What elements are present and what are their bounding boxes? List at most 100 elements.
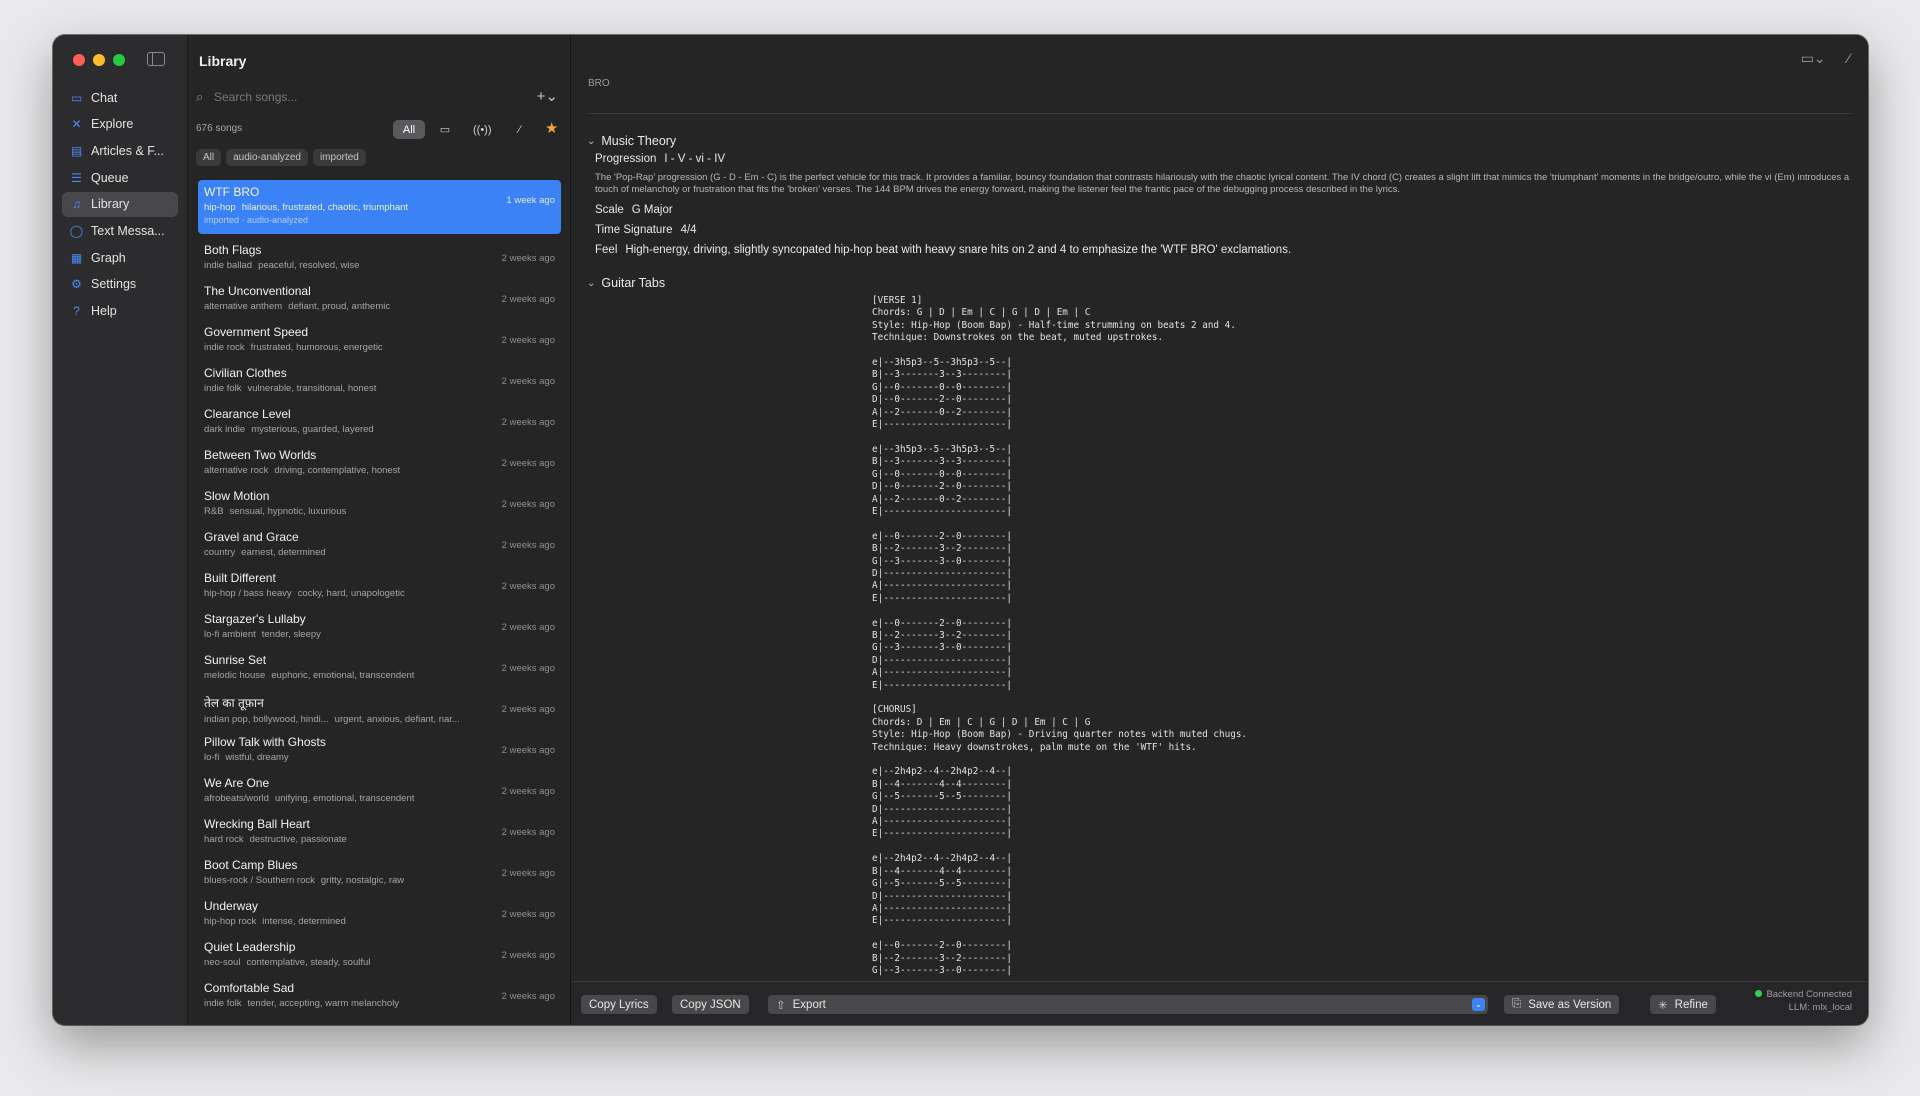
sidebar-item-articles-f[interactable]: ▤ Articles & F... bbox=[62, 138, 178, 163]
song-timestamp: 2 weeks ago bbox=[501, 950, 555, 961]
sidebar-item-help[interactable]: ? Help bbox=[62, 299, 178, 324]
time-signature-row: Time Signature 4/4 bbox=[595, 224, 697, 236]
refine-button[interactable]: ✳ Refine bbox=[1650, 995, 1716, 1014]
display-menu-icon[interactable]: ▭⌄ bbox=[1801, 50, 1826, 67]
song-row[interactable]: Boot Camp Blues blues-rock / Southern roc… bbox=[198, 853, 561, 894]
filter-edit-icon[interactable]: ⁄ bbox=[504, 120, 536, 139]
minimize-button[interactable] bbox=[93, 54, 105, 66]
copy-lyrics-button[interactable]: Copy Lyrics bbox=[581, 995, 657, 1014]
song-meta: afrobeats/world unifying, emotional, tran… bbox=[204, 793, 486, 804]
song-row[interactable]: Comfortable Sad indie folk tender, accepti… bbox=[198, 976, 561, 1017]
song-timestamp: 2 weeks ago bbox=[501, 909, 555, 920]
bottom-action-bar: Copy Lyrics Copy JSON ⇧ Export ⌄ ⎘ Save … bbox=[572, 981, 1868, 1025]
song-genre: alternative rock bbox=[204, 465, 269, 476]
connection-status-icon bbox=[1755, 990, 1763, 997]
favorites-star-icon[interactable]: ★ bbox=[545, 119, 558, 137]
song-meta: country earnest, determined bbox=[204, 547, 486, 558]
help-icon: ? bbox=[73, 304, 80, 318]
song-meta: indie ballad peaceful, resolved, wise bbox=[204, 260, 486, 271]
feel-label: Feel bbox=[595, 244, 618, 256]
save-as-version-button[interactable]: ⎘ Save as Version bbox=[1504, 995, 1620, 1014]
sidebar-item-queue[interactable]: ☰ Queue bbox=[62, 165, 178, 190]
sidebar-item-label: Queue bbox=[91, 170, 129, 185]
song-timestamp: 1 week ago bbox=[506, 195, 555, 206]
song-row[interactable]: Underway hip-hop rock intense, determined 2… bbox=[198, 894, 561, 935]
search-bar[interactable]: ⌕ Search songs... +⌄ bbox=[196, 87, 562, 107]
song-row[interactable]: Stargazer's Lullaby lo-fi ambient tender, … bbox=[198, 607, 561, 648]
song-timestamp: 2 weeks ago bbox=[501, 622, 555, 633]
song-row[interactable]: Both Flags indie ballad peaceful, resolved… bbox=[198, 238, 561, 279]
feel-row: Feel High-energy, driving, slightly synco… bbox=[595, 244, 1291, 256]
zoom-button[interactable] bbox=[113, 54, 125, 66]
song-row[interactable]: Civilian Clothes indie folk vulnerable, tr… bbox=[198, 361, 561, 402]
toolbar-right: ▭⌄ ⁄ bbox=[1801, 50, 1850, 67]
song-row[interactable]: Built Different hip-hop / bass heavy cocky… bbox=[198, 566, 561, 607]
filter-chip[interactable]: All bbox=[196, 149, 222, 166]
backend-status: Backend Connected LLM: mlx_local bbox=[1755, 988, 1852, 1014]
sidebar-item-explore[interactable]: ✕ Explore bbox=[62, 112, 178, 137]
song-row[interactable]: Wrecking Ball Heart hard rock destructive,… bbox=[198, 812, 561, 853]
song-row[interactable]: Clearance Level dark indie mysterious, gua… bbox=[198, 402, 561, 443]
song-genre: indie folk bbox=[204, 383, 242, 394]
song-row[interactable]: Government Speed indie rock frustrated, hu… bbox=[198, 320, 561, 361]
song-count: 676 songs bbox=[196, 123, 243, 134]
song-row[interactable]: WTF BRO hip-hop hilarious, frustrated, cha… bbox=[198, 180, 561, 234]
song-row[interactable]: Pillow Talk with Ghosts lo-fi wistful, dre… bbox=[198, 730, 561, 771]
sidebar-item-settings[interactable]: ⚙ Settings bbox=[62, 272, 178, 297]
song-row[interactable]: Sunrise Set melodic house euphoric, emotio… bbox=[198, 648, 561, 689]
music-theory-header[interactable]: ⌄ Music Theory bbox=[587, 134, 676, 148]
export-select[interactable]: ⇧ Export ⌄ bbox=[768, 995, 1488, 1014]
sidebar-item-label: Settings bbox=[91, 277, 137, 292]
song-genre: afrobeats/world bbox=[204, 793, 269, 804]
song-timestamp: 2 weeks ago bbox=[501, 581, 555, 592]
sidebar-item-text-messa[interactable]: ◯ Text Messa... bbox=[62, 218, 178, 243]
filter-radio-icon[interactable]: ((•)) bbox=[465, 120, 500, 139]
song-row[interactable]: Gravel and Grace country earnest, determin… bbox=[198, 525, 561, 566]
song-meta: hip-hop / bass heavy cocky, hard, unapolo… bbox=[204, 588, 486, 599]
song-meta: indie folk tender, accepting, warm melanc… bbox=[204, 998, 486, 1009]
song-tags: cocky, hard, unapologetic bbox=[297, 588, 405, 599]
guitar-tab-text: [VERSE 1] Chords: G | D | Em | C | G | D… bbox=[872, 295, 1248, 976]
song-genre: neo-soul bbox=[204, 957, 241, 968]
filter-chips: All audio-analyzed imported bbox=[196, 149, 366, 166]
search-input[interactable]: Search songs... bbox=[214, 90, 297, 104]
song-timestamp: 2 weeks ago bbox=[501, 294, 555, 305]
save-as-version-label: Save as Version bbox=[1528, 998, 1612, 1011]
song-genre: dark indie bbox=[204, 424, 246, 435]
song-row[interactable]: The Unconventional alternative anthem defi… bbox=[198, 279, 561, 320]
song-tags: gritty, nostalgic, raw bbox=[320, 875, 405, 886]
sidebar-item-graph[interactable]: ▦ Graph bbox=[62, 245, 178, 270]
compose-icon[interactable]: ⁄ bbox=[1848, 50, 1850, 67]
filter-all-button[interactable]: All bbox=[393, 120, 425, 139]
filter-chat-icon[interactable]: ▭ bbox=[429, 120, 461, 139]
song-row[interactable]: Slow Motion R&B sensual, hypnotic, luxurio… bbox=[198, 484, 561, 525]
song-meta: blues-rock / Southern rock gritty, nostal… bbox=[204, 875, 486, 886]
close-button[interactable] bbox=[73, 54, 85, 66]
song-row[interactable]: Quiet Leadership neo-soul contemplative, s… bbox=[198, 935, 561, 976]
song-timestamp: 2 weeks ago bbox=[501, 376, 555, 387]
filter-chip[interactable]: imported bbox=[312, 149, 366, 166]
song-row[interactable]: तेल का तूफ़ान indian pop, bollywood, hind… bbox=[198, 689, 561, 730]
song-tags: unifying, emotional, transcendent bbox=[274, 793, 415, 804]
sidebar-item-chat[interactable]: ▭ Chat bbox=[62, 85, 178, 110]
song-row[interactable]: Between Two Worlds alternative rock drivin… bbox=[198, 443, 561, 484]
refine-label: Refine bbox=[1674, 998, 1708, 1011]
song-genre: hip-hop bbox=[204, 202, 236, 213]
graph-icon: ▦ bbox=[70, 250, 83, 265]
song-genre: R&B bbox=[204, 506, 224, 517]
song-tags: wistful, dreamy bbox=[225, 752, 289, 763]
add-song-button[interactable]: +⌄ bbox=[537, 87, 558, 105]
song-timestamp: 2 weeks ago bbox=[501, 335, 555, 346]
tabs-scroll-area[interactable]: [VERSE 1] Chords: G | D | Em | C | G | D… bbox=[572, 285, 1868, 1020]
backend-status-text: Backend Connected bbox=[1766, 989, 1852, 1000]
song-tags: urgent, anxious, defiant, nar... bbox=[334, 714, 460, 725]
song-genre: alternative anthem bbox=[204, 301, 283, 312]
sidebar-toggle-icon[interactable] bbox=[147, 52, 165, 66]
song-row[interactable]: We Are One afrobeats/world unifying, emoti… bbox=[198, 771, 561, 812]
song-meta: indian pop, bollywood, hindi... urgent, a… bbox=[204, 714, 486, 725]
song-meta: indie folk vulnerable, transitional, hone… bbox=[204, 383, 486, 394]
sidebar-item-label: Library bbox=[91, 197, 130, 212]
filter-chip[interactable]: audio-analyzed bbox=[226, 149, 308, 166]
sidebar-item-library[interactable]: ♫ Library bbox=[62, 191, 178, 217]
copy-json-button[interactable]: Copy JSON bbox=[672, 995, 749, 1014]
